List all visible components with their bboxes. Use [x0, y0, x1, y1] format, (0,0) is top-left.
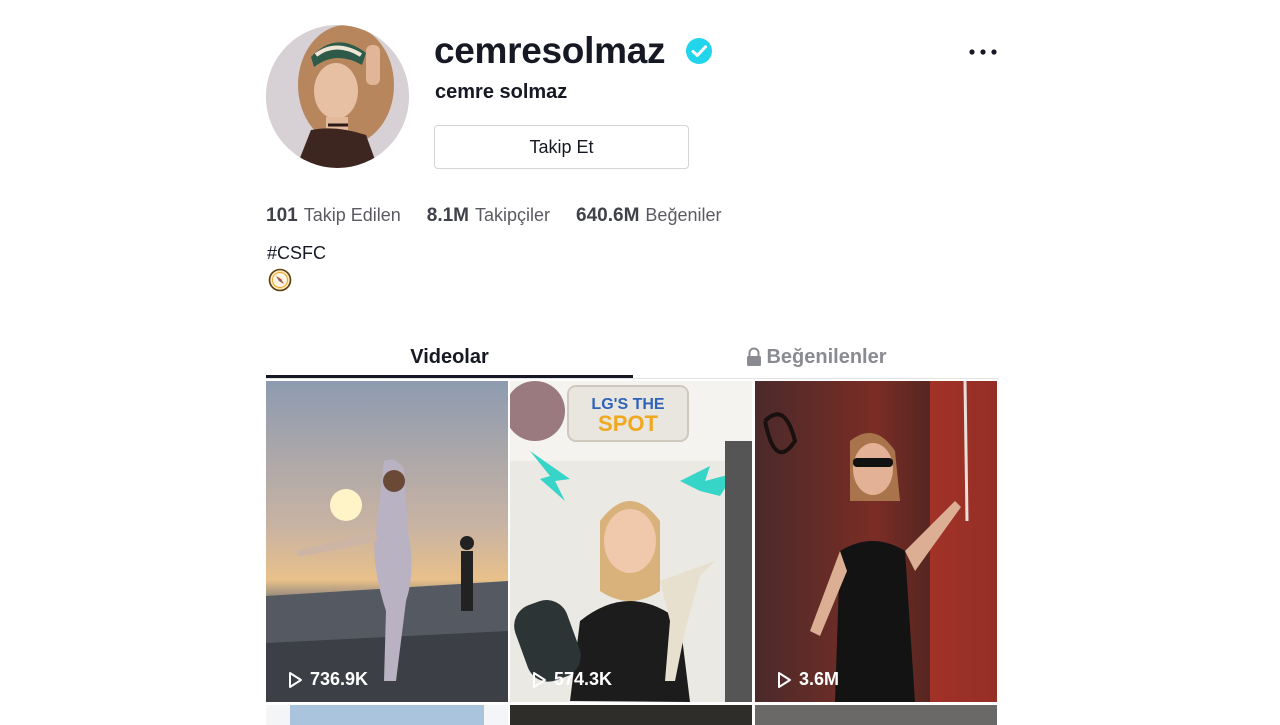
play-icon — [289, 671, 302, 688]
video-thumbnail-sunset — [266, 381, 508, 702]
play-icon — [778, 671, 791, 688]
tab-liked-label: Beğenilenler — [766, 345, 887, 368]
video-card-3[interactable]: 3.6M — [755, 381, 997, 702]
stat-likes-count: 640.6M — [576, 205, 640, 226]
tab-active-indicator — [266, 375, 633, 378]
video-2-views: 574.3K — [530, 669, 612, 690]
profile-stats: 101 Takip Edilen 8.1M Takipçiler 640.6M … — [266, 201, 747, 230]
stat-following[interactable]: 101 Takip Edilen — [266, 201, 401, 230]
video-thumbnail-4 — [290, 705, 484, 725]
profile-avatar — [266, 25, 409, 168]
tab-liked[interactable]: Beğenilenler — [633, 337, 999, 377]
video-2-view-count: 574.3K — [554, 669, 613, 689]
tab-videos[interactable]: Videolar — [266, 337, 633, 377]
video-card-5[interactable] — [510, 705, 752, 725]
video-3-views: 3.6M — [775, 669, 839, 690]
video-thumbnail-red-room — [755, 381, 997, 702]
tab-divider — [266, 378, 999, 379]
stat-likes-label: Beğeniler — [645, 205, 722, 225]
video-1-view-count: 736.9K — [310, 669, 369, 689]
svg-text:SPOT: SPOT — [598, 411, 658, 436]
follow-button[interactable]: Takip Et — [434, 125, 689, 169]
profile-bio: #CSFC — [267, 243, 327, 263]
video-card-1[interactable]: 736.9K — [266, 381, 508, 702]
compass-icon — [268, 268, 292, 292]
avatar-image — [266, 25, 409, 168]
verified-badge-icon — [686, 38, 712, 64]
video-3-view-count: 3.6M — [799, 669, 840, 689]
stat-followers-count: 8.1M — [426, 205, 470, 226]
more-options-icon[interactable] — [968, 40, 998, 64]
profile-nickname: cemre solmaz — [435, 81, 568, 103]
stat-likes: 640.6M Beğeniler — [576, 201, 721, 230]
stat-following-label: Takip Edilen — [303, 205, 401, 225]
stat-followers[interactable]: 8.1M Takipçiler — [427, 201, 550, 230]
video-card-6[interactable] — [755, 705, 997, 725]
lock-icon — [747, 347, 762, 366]
stat-following-count: 101 — [266, 205, 298, 226]
video-thumbnail-lg-spot: LG'S THE SPOT — [510, 381, 752, 702]
tab-videos-label: Videolar — [410, 345, 489, 368]
profile-username: cemresolmaz — [434, 30, 666, 71]
video-card-4[interactable] — [266, 705, 508, 725]
video-1-views: 736.9K — [286, 669, 368, 690]
video-card-2[interactable]: LG'S THE SPOT 574.3K — [510, 381, 752, 702]
stat-followers-label: Takipçiler — [475, 205, 551, 225]
play-icon — [533, 671, 546, 688]
